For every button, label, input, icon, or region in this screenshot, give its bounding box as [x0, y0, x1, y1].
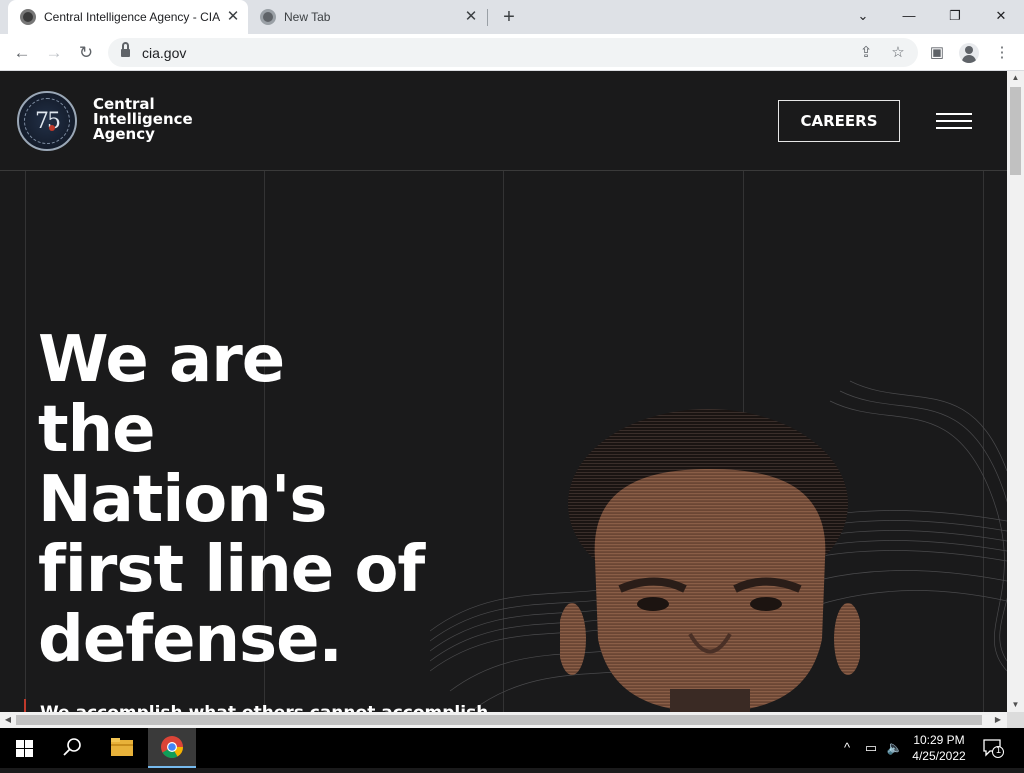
side-panel-icon[interactable]: ▣ — [924, 40, 950, 66]
browser-toolbar: ← → ↻ cia.gov ⇪ ☆ ▣ ⋮ — [0, 34, 1024, 71]
share-icon[interactable]: ⇪ — [856, 43, 876, 63]
horizontal-scroll-thumb[interactable] — [16, 715, 982, 725]
hero-portrait-image — [560, 409, 860, 712]
scroll-left-arrow-icon[interactable]: ◀ — [1, 712, 15, 728]
tab-search-chevron-icon[interactable]: ⌄ — [848, 4, 878, 28]
tab-cia[interactable]: Central Intelligence Agency - CIA ✕ — [8, 0, 248, 34]
scroll-right-arrow-icon[interactable]: ▶ — [991, 712, 1005, 728]
taskbar-search-icon[interactable] — [48, 728, 96, 768]
headline-line: first line of — [38, 533, 425, 607]
back-arrow-icon[interactable]: ← — [9, 40, 35, 66]
windows-taskbar: ^ ▭ 🔈 10:29 PM 4/25/2022 1 — [0, 728, 1024, 768]
scroll-up-arrow-icon[interactable]: ▲ — [1007, 71, 1024, 85]
forward-arrow-icon[interactable]: → — [41, 40, 67, 66]
network-icon[interactable]: ▭ — [860, 728, 882, 768]
notification-count: 1 — [995, 745, 1001, 755]
scroll-down-arrow-icon[interactable]: ▼ — [1007, 698, 1024, 712]
scrollbar-corner — [1007, 712, 1024, 728]
seal-number: 75 — [35, 109, 61, 134]
profile-avatar-icon[interactable] — [959, 43, 979, 63]
agency-wordmark[interactable]: Central Intelligence Agency — [93, 97, 193, 142]
windows-start-icon[interactable] — [0, 728, 48, 768]
careers-button[interactable]: CAREERS — [778, 100, 900, 142]
tab-title: New Tab — [284, 10, 331, 24]
chrome-favicon-icon — [260, 9, 276, 25]
headline-line: Nation's — [38, 463, 328, 537]
hero-subline: We accomplish what others cannot accompl… — [40, 703, 488, 712]
reload-icon[interactable]: ↻ — [73, 40, 99, 66]
chrome-taskbar-icon[interactable] — [148, 728, 196, 768]
cia-favicon-icon — [20, 9, 36, 25]
lock-icon — [121, 42, 130, 58]
new-tab-button[interactable]: + — [498, 6, 520, 28]
hamburger-menu-icon[interactable] — [934, 109, 974, 133]
cia-75-seal-logo[interactable]: 75 — [17, 91, 77, 151]
minimize-button[interactable]: — — [894, 4, 924, 28]
address-bar[interactable]: cia.gov ⇪ ☆ — [108, 38, 918, 67]
close-window-button[interactable]: ✕ — [986, 4, 1016, 28]
vertical-scrollbar[interactable]: ▲ ▼ — [1007, 71, 1024, 712]
tab-title: Central Intelligence Agency - CIA — [44, 10, 221, 24]
close-tab-icon[interactable]: ✕ — [224, 8, 242, 26]
accent-bar — [24, 699, 26, 712]
close-tab-icon[interactable]: ✕ — [462, 8, 480, 26]
tab-divider — [487, 9, 488, 26]
headline-line: defense. — [38, 603, 343, 677]
headline-line: the — [38, 393, 156, 467]
vertical-scroll-thumb[interactable] — [1010, 87, 1021, 175]
site-header: 75 Central Intelligence Agency CAREERS — [0, 71, 1007, 171]
wordmark-line: Agency — [93, 125, 155, 143]
clock-date: 4/25/2022 — [912, 749, 966, 763]
tray-chevron-up-icon[interactable]: ^ — [838, 728, 856, 768]
tab-new-tab[interactable]: New Tab ✕ — [250, 0, 486, 34]
horizontal-scrollbar[interactable]: ◀ ▶ — [0, 712, 1007, 728]
headline-line: We are — [38, 323, 285, 397]
clock-time: 10:29 PM — [913, 733, 965, 747]
file-explorer-icon[interactable] — [98, 728, 146, 768]
grid-line — [25, 171, 26, 712]
menu-kebab-icon[interactable]: ⋮ — [989, 40, 1015, 66]
browser-tab-strip: Central Intelligence Agency - CIA ✕ New … — [0, 0, 1024, 34]
address-url[interactable]: cia.gov — [142, 45, 186, 61]
taskbar-clock[interactable]: 10:29 PM 4/25/2022 — [902, 732, 976, 764]
hero-headline: We are the Nation's first line of defens… — [38, 323, 425, 677]
restore-button[interactable]: ❐ — [940, 4, 970, 28]
notification-center-icon[interactable]: 1 — [982, 738, 1004, 758]
web-page: 75 Central Intelligence Agency CAREERS W… — [0, 71, 1007, 712]
bookmark-star-icon[interactable]: ☆ — [888, 43, 908, 63]
